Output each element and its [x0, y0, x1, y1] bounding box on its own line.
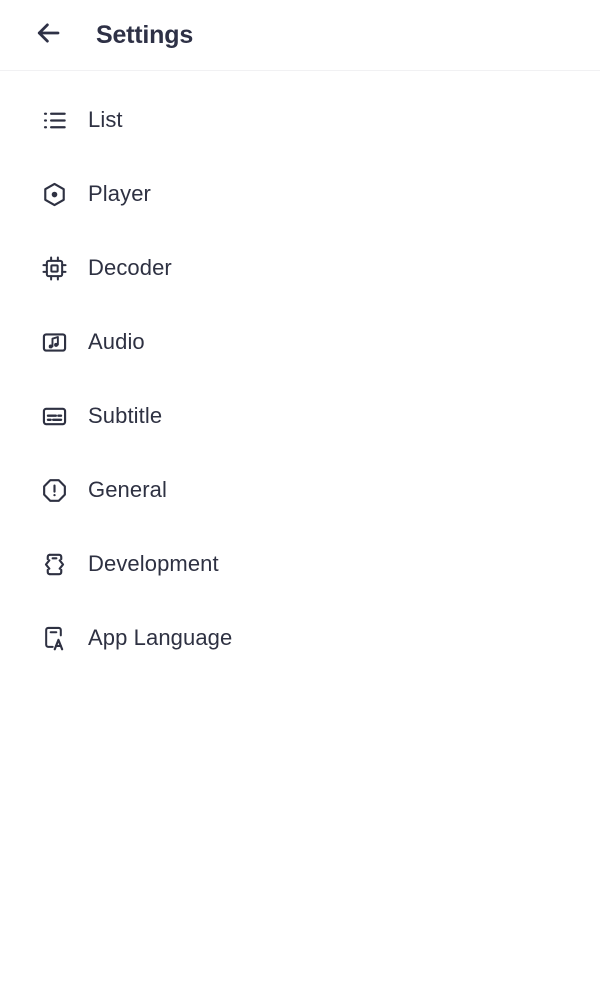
sidebar-item-label: App Language [88, 625, 233, 650]
sidebar-item-label: List [88, 107, 123, 132]
page-title: Settings [96, 20, 194, 49]
language-letter-a-icon [38, 622, 70, 654]
sidebar-item-audio[interactable]: Audio [0, 305, 600, 379]
cpu-chip-icon [38, 252, 70, 284]
app-bar: Settings [0, 0, 600, 71]
settings-screen: Settings List Player Decoder Audio Subti… [0, 0, 600, 1000]
sidebar-item-list[interactable]: List [0, 83, 600, 157]
sidebar-item-label: Audio [88, 329, 145, 354]
sidebar-item-subtitle[interactable]: Subtitle [0, 379, 600, 453]
code-braces-icon [38, 548, 70, 580]
player-hexagon-icon [38, 178, 70, 210]
sidebar-item-label: Subtitle [88, 403, 163, 428]
sidebar-item-general[interactable]: General [0, 453, 600, 527]
list-icon [38, 104, 70, 136]
list-empty-space [0, 675, 600, 1000]
sidebar-item-player[interactable]: Player [0, 157, 600, 231]
settings-menu-list: List Player Decoder Audio Subtitle Gener… [0, 71, 600, 1000]
sidebar-item-decoder[interactable]: Decoder [0, 231, 600, 305]
subtitle-captions-icon [38, 400, 70, 432]
sidebar-item-label: Decoder [88, 255, 172, 280]
music-note-icon [38, 326, 70, 358]
sidebar-item-label: General [88, 477, 167, 502]
sidebar-item-app-language[interactable]: App Language [0, 601, 600, 675]
arrow-left-icon [33, 18, 63, 53]
sidebar-item-development[interactable]: Development [0, 527, 600, 601]
sidebar-item-label: Player [88, 181, 151, 206]
sidebar-item-label: Development [88, 551, 219, 576]
back-button[interactable] [26, 13, 70, 57]
octagon-alert-icon [38, 474, 70, 506]
